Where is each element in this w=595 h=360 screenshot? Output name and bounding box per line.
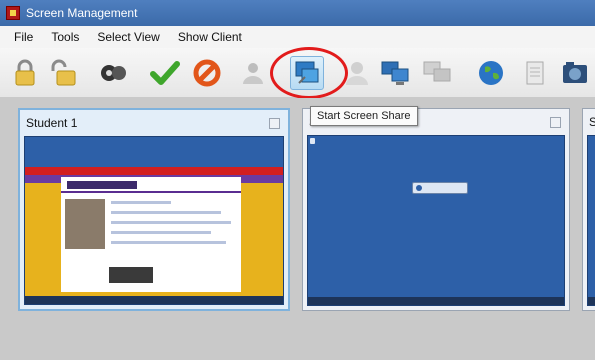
browser-chrome (25, 137, 283, 167)
text-line (111, 211, 221, 214)
student-panel[interactable]: St (582, 108, 595, 311)
site-thumbnail (109, 267, 153, 283)
monitors-disabled-icon (423, 61, 451, 82)
lock-button[interactable] (8, 56, 42, 90)
camera-button[interactable] (558, 56, 592, 90)
menu-tools[interactable]: Tools (51, 30, 79, 44)
student-screen (24, 136, 284, 305)
site-logo (67, 181, 137, 189)
panel-close-icon[interactable] (269, 118, 280, 129)
menu-file[interactable]: File (14, 30, 33, 44)
document-icon (526, 61, 544, 85)
checkmark-icon (150, 61, 180, 85)
user-button[interactable] (236, 56, 270, 90)
lock-icon (15, 59, 35, 86)
toolbar (0, 48, 595, 98)
screen-share-icon (295, 61, 319, 84)
panel-close-icon[interactable] (550, 117, 561, 128)
taskbar (308, 297, 564, 305)
site-banner (25, 167, 283, 175)
title-bar: Screen Management (0, 0, 595, 26)
monitors-button[interactable] (378, 56, 412, 90)
eye-icon (101, 65, 126, 81)
menu-show-client[interactable]: Show Client (178, 30, 242, 44)
monitors-icon (381, 61, 409, 85)
user-disabled-icon (346, 62, 368, 85)
user-disabled-button[interactable] (340, 56, 374, 90)
monitors-disabled-button[interactable] (420, 56, 454, 90)
menu-bar: File Tools Select View Show Client (0, 26, 595, 48)
student-name: Student 1 (26, 116, 78, 130)
window-title: Screen Management (26, 6, 138, 20)
student-screen (587, 135, 595, 306)
text-line (111, 201, 171, 204)
block-button[interactable] (190, 56, 224, 90)
unlock-button[interactable] (46, 56, 80, 90)
approve-button[interactable] (148, 56, 182, 90)
camera-icon (563, 62, 587, 83)
menu-select-view[interactable]: Select View (97, 30, 159, 44)
taskbar (25, 296, 283, 304)
site-photo (65, 199, 105, 249)
blocked-icon (193, 59, 221, 87)
user-icon (243, 63, 263, 84)
student-name: St (589, 115, 595, 129)
student-panel[interactable]: Student 1 (18, 108, 290, 311)
globe-icon (479, 61, 503, 85)
globe-button[interactable] (474, 56, 508, 90)
text-line (111, 221, 231, 224)
locked-screen-badge (412, 182, 468, 194)
document-button[interactable] (518, 56, 552, 90)
student-panel[interactable]: Student 2 (302, 108, 570, 311)
site-header (61, 177, 241, 193)
watch-button[interactable] (96, 56, 130, 90)
student-screen (307, 135, 565, 306)
text-line (111, 231, 211, 234)
app-icon (6, 6, 20, 20)
tooltip: Start Screen Share (310, 106, 418, 126)
web-page (61, 177, 241, 292)
taskbar (588, 297, 595, 305)
unlock-icon (51, 59, 76, 86)
start-screen-share-button[interactable] (290, 56, 324, 90)
lock-icon (310, 138, 315, 144)
text-line (111, 241, 226, 244)
